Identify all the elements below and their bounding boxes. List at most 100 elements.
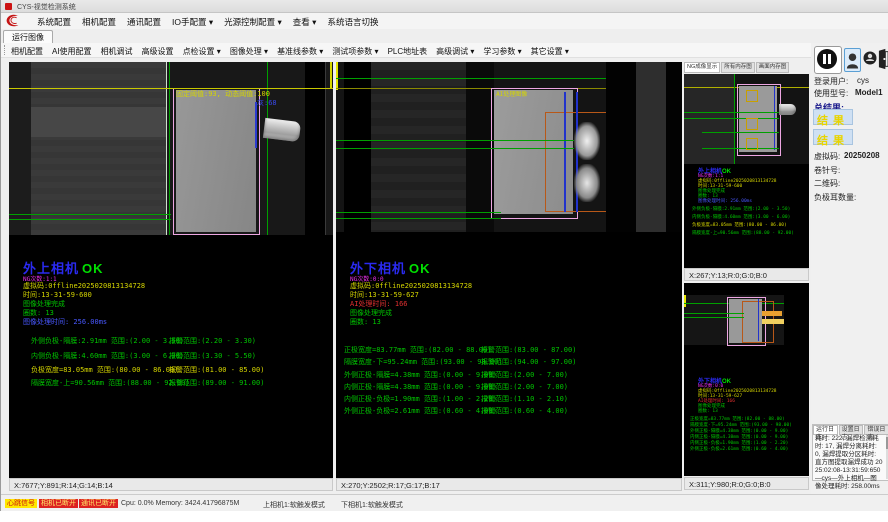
pause-button[interactable] — [814, 46, 842, 74]
reference-line-yellow — [9, 88, 333, 89]
result-box-lower: 结果 — [813, 129, 853, 145]
threshold-overlay-label: 固定阈值:93, 动态阈值:100 — [176, 89, 270, 99]
upper-camera-mode-text: 上相机1:软触发模式 — [263, 500, 325, 510]
result-box-upper: 结果 — [813, 109, 853, 125]
tool-test-params[interactable]: 测试项参数 ▾ — [332, 46, 378, 57]
camera-image-lower[interactable]: AI处理图像 — [336, 62, 682, 232]
tool-plc-address-table[interactable]: PLC地址表 — [388, 46, 428, 57]
tool-spot-check[interactable]: 点检设置 ▾ — [183, 46, 221, 57]
mini-lower-status: X:311;Y:980;R:0;G:0;B:0 — [684, 477, 809, 490]
alarm-range: 报警范围:(1.10 - 2.10) — [481, 394, 568, 404]
title-bar[interactable]: CYS-视觉检测系统 — [1, 0, 888, 13]
menu-item-io-config[interactable]: IO手配置 ▾ — [172, 16, 213, 28]
measurement-row: 隔膜宽度-下=95.24mm 范围:(93.00 - 98.00) — [344, 357, 503, 367]
measure-line-blue — [564, 92, 566, 212]
mini-panel-upper[interactable]: 外上相机OK NG次数:1:1 虚拟码:0ffline2025020813134… — [684, 74, 809, 268]
camera-disconnected-badge: 相机已断开 — [39, 499, 78, 508]
tool-baseline-params[interactable]: 基准线参数 ▾ — [277, 46, 323, 57]
measurement-row: 内侧正极-隔膜=4.38mm 范围:(0.00 - 9.00) — [344, 382, 497, 392]
needle-number-label: 卷针号: — [814, 165, 840, 176]
tool-camera-debug[interactable]: 相机调试 — [101, 46, 133, 57]
status-bar: 心跳信号 相机已断开 通讯已断开 Cpu: 0.0% Memory: 3424.… — [1, 494, 888, 511]
mini-highlight-strip — [762, 311, 782, 316]
toolbar-grip[interactable] — [4, 45, 7, 55]
electrode-tab-object — [263, 118, 301, 142]
app-icon — [5, 3, 12, 10]
alarm-range: 报警范围:(94.00 - 97.00) — [481, 357, 576, 367]
log-text: 耗时: 222, 漏焊检测耗时: 17, 漏焊分离耗时: 0, 漏焊提取分区耗时… — [815, 435, 883, 491]
lower-camera-mode-text: 下相机1:软触发模式 — [341, 500, 403, 510]
user-switch-button[interactable] — [863, 50, 877, 68]
login-user-value: cys — [857, 76, 869, 85]
menu-item-light-config[interactable]: 光源控制配置 ▾ — [224, 16, 282, 28]
main-window: CYS-视觉检测系统 系统配置 相机配置 通讯配置 IO手配置 ▾ 光源控制配置… — [0, 0, 888, 511]
cpu-memory-text: Cpu: 0.0% Memory: 3424.41796875M — [121, 500, 239, 507]
tool-advanced-debug[interactable]: 高级调试 ▾ — [436, 46, 474, 57]
menu-item-system-config[interactable]: 系统配置 — [37, 16, 71, 28]
menu-item-view[interactable]: 查看 ▾ — [293, 16, 317, 28]
tool-camera-config[interactable]: 相机配置 — [11, 46, 43, 57]
tool-ai-usage-config[interactable]: AI使用配置 — [52, 46, 92, 57]
measurement-row: 外侧正极-隔膜=4.38mm 范围:(0.00 - 9.00) — [344, 370, 497, 380]
mini-annotation-box — [746, 90, 758, 102]
pause-icon — [817, 49, 837, 69]
user-login-button[interactable] — [844, 48, 861, 72]
measurement-row: 正极宽度=83.77mm 范围:(82.00 - 88.00) — [344, 345, 491, 355]
menu-item-camera-config[interactable]: 相机配置 — [82, 16, 116, 28]
camera-image-upper[interactable]: 固定阈值:93, 动态阈值:100 灰:68 — [9, 62, 333, 235]
tab-run-image[interactable]: 运行图像 — [3, 30, 53, 44]
cursor-pixel-status-upper: X:7677;Y:891;R:14;G:14;B:14 — [9, 478, 333, 491]
measurement-row: 负极宽度=83.05mm 范围:(80.00 - 86.00) — [31, 365, 178, 375]
gray-value-label: 灰:68 — [257, 98, 277, 108]
user-dark-icon — [863, 50, 877, 68]
model-value: Model1 — [855, 88, 883, 97]
mini-upper-status: X:267;Y:13;R:0;G:0;B:0 — [684, 268, 809, 281]
alarm-range: 报警范围:(0.60 - 4.00) — [481, 406, 568, 416]
logout-door-icon — [878, 48, 888, 70]
measurement-row: 外侧负极-隔膜:2.91mm 范围:(2.00 - 3.50) — [31, 336, 184, 346]
bright-tab-object — [574, 122, 600, 160]
result-ok-flag: OK — [409, 261, 431, 276]
cursor-pixel-status-lower: X:270;Y:2502;R:17;G:17;B:17 — [336, 478, 682, 491]
turns-line: 圈数: 13 — [350, 317, 381, 327]
window-title: CYS-视觉检测系统 — [17, 2, 76, 12]
mini-panel-lower[interactable]: 外下相机OK NG次数:0:0 虚拟码:0ffline2025020813134… — [684, 283, 809, 476]
menu-item-language-switch[interactable]: 系统语言切换 — [327, 16, 378, 28]
document-tab-row: 运行图像 — [1, 29, 888, 44]
measurement-row: 内侧负极-隔膜:4.60mm 范围:(3.00 - 6.00) — [31, 351, 184, 361]
qr-code-label: 二维码: — [814, 178, 840, 189]
tab-run-log[interactable]: 运行日志 — [813, 425, 838, 435]
tab-all-memory-images[interactable]: 所有内存图 — [721, 62, 755, 73]
application-window: CYS-视觉检测系统 系统配置 相机配置 通讯配置 IO手配置 ▾ 光源控制配置… — [0, 0, 888, 522]
roi-box-pink — [173, 88, 260, 235]
alarm-range: 报警范围:(89.00 - 91.00) — [169, 378, 264, 388]
tool-image-processing[interactable]: 图像处理 ▾ — [230, 46, 268, 57]
tab-error-log[interactable]: 错误日志 — [864, 425, 888, 435]
measurement-row: 隔膜宽度-上=90.56mm 范围:(88.00 - 92.00) — [31, 378, 190, 388]
tool-advanced-settings[interactable]: 高级设置 — [142, 46, 174, 57]
tab-count-label: 负极耳数量: — [814, 192, 856, 203]
exit-button[interactable] — [878, 48, 888, 70]
toolbar: 相机配置 AI使用配置 相机调试 高级设置 点检设置 ▾ 图像处理 ▾ 基准线参… — [1, 43, 811, 58]
camera-panel-lower: AI处理图像 外下相机OK NG次数:0:0 虚拟码:0ffline202502… — [336, 62, 682, 478]
heartbeat-badge: 心跳信号 — [5, 499, 37, 508]
tab-screen-memory-images[interactable]: 画面内存图 — [756, 62, 790, 73]
tab-ng-display[interactable]: NG成像显示 — [684, 62, 720, 73]
tool-learning-params[interactable]: 学习参数 ▾ — [483, 46, 521, 57]
log-panel: 运行日志 设置日志 错误日志 耗时: 222, 漏焊检测耗时: 17, 漏焊分离… — [812, 424, 888, 481]
alarm-range: 报警范围:(2.00 - 7.00) — [481, 370, 568, 380]
virtual-code-value: 20250208 — [844, 151, 880, 160]
tool-other-settings[interactable]: 其它设置 ▾ — [531, 46, 569, 57]
measurement-row: 外侧正极-负极=2.61mm 范围:(0.60 - 4.00) — [344, 406, 497, 416]
tab-settings-log[interactable]: 设置日志 — [839, 425, 864, 435]
result-ok-flag: OK — [82, 261, 104, 276]
comm-disconnected-badge: 通讯已断开 — [79, 499, 118, 508]
alarm-range: 报警范围:(2.20 - 3.30) — [169, 336, 256, 346]
measurement-row: 内侧正极-负极=1.90mm 范围:(1.00 - 2.20) — [344, 394, 497, 404]
virtual-code-label: 虚拟码: — [814, 151, 840, 162]
alarm-range: 报警范围:(3.30 - 5.50) — [169, 351, 256, 361]
menu-item-comm-config[interactable]: 通讯配置 — [127, 16, 161, 28]
model-label: 使用型号: — [814, 88, 848, 99]
alarm-range: 报警范围:(83.00 - 87.00) — [481, 345, 576, 355]
measure-line-blue — [255, 102, 257, 148]
